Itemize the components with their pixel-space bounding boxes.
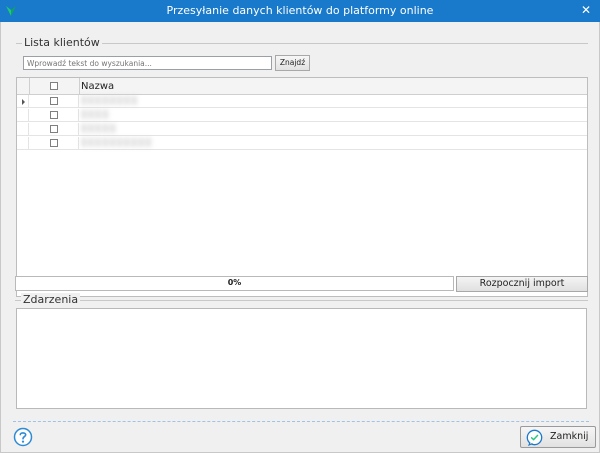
row-checkbox[interactable] (50, 111, 58, 119)
client-list-legend: Lista klientów (22, 36, 102, 49)
footer-divider (13, 421, 589, 422)
current-row-arrow-icon (22, 99, 25, 105)
table-row[interactable]: ▒▒▒▒ (17, 109, 587, 122)
row-checkbox-cell (29, 137, 79, 150)
events-log[interactable] (16, 308, 587, 409)
close-button-label: Zamknij (550, 431, 589, 442)
chat-bubble-icon (526, 429, 543, 446)
table-row[interactable]: ▒▒▒▒▒▒▒▒ (17, 95, 587, 108)
search-panel: Znajdź (16, 52, 588, 78)
table-row[interactable]: ▒▒▒▒▒ (17, 123, 587, 136)
row-name: ▒▒▒▒▒ (81, 124, 117, 133)
row-checkbox[interactable] (50, 139, 58, 147)
window-title: Przesyłanie danych klientów do platformy… (166, 4, 434, 17)
row-checkbox[interactable] (50, 125, 58, 133)
start-import-button[interactable]: Rozpocznij import (456, 276, 588, 292)
select-all-checkbox[interactable] (50, 82, 58, 90)
column-header-name[interactable]: Nazwa (81, 81, 114, 92)
column-separator (29, 78, 30, 95)
close-window-button[interactable]: ✕ (579, 3, 593, 17)
row-indicator (17, 95, 29, 108)
search-input[interactable] (23, 56, 272, 70)
row-name: ▒▒▒▒▒▒▒▒ (81, 96, 139, 105)
row-checkbox-cell (29, 95, 79, 108)
import-progress-bar: 0% (15, 276, 454, 291)
row-indicator (17, 109, 29, 122)
help-icon[interactable] (13, 427, 33, 447)
events-group: Zdarzenia (15, 293, 588, 410)
row-name: ▒▒▒▒ (81, 110, 110, 119)
clients-grid[interactable]: Nazwa ▒▒▒▒▒▒▒▒ ▒▒▒▒ ▒▒▒▒▒ ▒▒▒▒▒▒▒▒▒▒ (16, 77, 588, 297)
row-checkbox-cell (29, 109, 79, 122)
row-checkbox[interactable] (50, 97, 58, 105)
events-legend: Zdarzenia (21, 293, 81, 306)
dialog-body: Lista klientów Znajdź Nazwa ▒▒▒▒▒▒▒▒ ▒▒▒… (0, 22, 600, 453)
title-bar: Przesyłanie danych klientów do platformy… (0, 0, 600, 22)
search-button[interactable]: Znajdź (275, 55, 310, 71)
column-separator (79, 78, 80, 95)
row-indicator (17, 123, 29, 136)
grid-header: Nazwa (17, 78, 587, 95)
row-checkbox-cell (29, 123, 79, 136)
close-button[interactable]: Zamknij (520, 426, 596, 448)
row-indicator (17, 137, 29, 150)
progress-label: 0% (227, 278, 242, 287)
table-row[interactable]: ▒▒▒▒▒▒▒▒▒▒ (17, 137, 587, 150)
row-name: ▒▒▒▒▒▒▒▒▒▒ (81, 138, 153, 147)
client-list-group: Lista klientów Znajdź Nazwa ▒▒▒▒▒▒▒▒ ▒▒▒… (16, 36, 588, 298)
